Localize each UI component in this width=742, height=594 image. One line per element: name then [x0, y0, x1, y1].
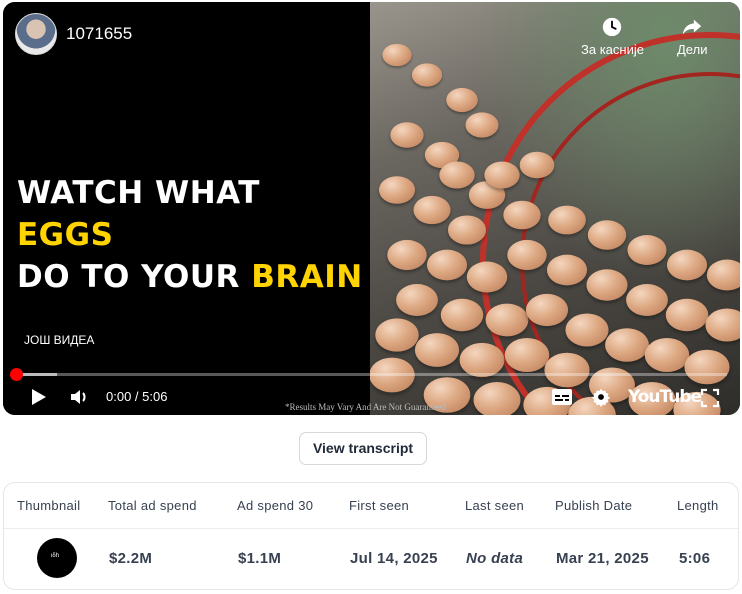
header-ad-spend-30: Ad spend 30 — [237, 498, 314, 513]
progress-buffer — [17, 373, 57, 376]
egg-image-element — [459, 342, 505, 378]
headline-line1-white: WATCH WHAT — [17, 175, 260, 211]
egg-image-element — [414, 333, 460, 367]
share-button[interactable]: Дели — [677, 16, 707, 57]
egg-image-element — [446, 87, 478, 113]
fullscreen-icon — [700, 388, 720, 408]
egg-image-element — [705, 308, 740, 342]
egg-image-element — [447, 215, 487, 245]
egg-image-element — [484, 161, 520, 189]
egg-image-element — [706, 259, 740, 291]
video-player[interactable]: WATCH WHAT EGGS DO TO YOUR BRAIN 1071655… — [3, 2, 740, 415]
ad-stats-table: Thumbnail Total ad spend Ad spend 30 Fir… — [3, 482, 739, 590]
egg-image-element — [665, 298, 709, 332]
egg-image-element — [627, 235, 667, 265]
egg-image-element — [548, 205, 586, 235]
view-transcript-button[interactable]: View transcript — [299, 432, 427, 465]
row-thumbnail[interactable]: ιδh — [37, 538, 77, 578]
header-total-ad-spend: Total ad spend — [108, 498, 197, 513]
egg-image-element — [626, 284, 668, 316]
header-last-seen: Last seen — [465, 498, 525, 513]
headline-line2-yellow: BRAIN — [251, 259, 363, 295]
egg-image-element — [378, 176, 416, 204]
captions-icon — [552, 389, 572, 405]
egg-image-element — [413, 195, 451, 225]
egg-image-element — [586, 269, 628, 301]
thumbnail-eggs-image — [370, 2, 740, 415]
egg-image-element — [666, 249, 708, 281]
egg-image-element — [440, 298, 484, 332]
settings-icon — [591, 388, 611, 407]
youtube-logo[interactable]: YouTube — [628, 387, 702, 407]
cell-publish-date: Mar 21, 2025 — [556, 550, 649, 567]
share-icon — [683, 19, 702, 35]
header-first-seen: First seen — [349, 498, 410, 513]
progress-bar[interactable] — [17, 373, 727, 376]
egg-image-element — [684, 349, 730, 385]
more-videos-label[interactable]: ЈОШ ВИДЕА — [24, 333, 94, 347]
watch-later-label: За касније — [581, 42, 644, 57]
egg-image-element — [387, 239, 427, 271]
settings-button[interactable] — [591, 387, 611, 412]
progress-knob[interactable] — [10, 368, 23, 381]
egg-image-element — [525, 293, 569, 327]
egg-image-element — [396, 284, 438, 316]
play-icon — [32, 389, 46, 405]
egg-image-element — [544, 352, 590, 388]
egg-image-element — [390, 122, 424, 148]
disclaimer-text: *Results May Vary And Are Not Guaranteed — [285, 402, 446, 412]
cell-ad-spend-30: $1.1M — [238, 550, 282, 567]
header-thumbnail: Thumbnail — [17, 498, 81, 513]
egg-image-element — [546, 254, 588, 286]
cell-length: 5:06 — [679, 550, 711, 567]
egg-image-element — [426, 249, 468, 281]
volume-button[interactable] — [69, 387, 91, 412]
egg-image-element — [503, 200, 541, 230]
cell-total-ad-spend: $2.2M — [109, 550, 153, 567]
row-thumbnail-text: ιδh — [51, 553, 60, 559]
egg-image-element — [504, 337, 550, 373]
egg-image-element — [411, 63, 443, 87]
fullscreen-button[interactable] — [700, 388, 720, 413]
table-header-row: Thumbnail Total ad spend Ad spend 30 Fir… — [4, 483, 738, 529]
egg-image-element — [519, 151, 555, 179]
cell-first-seen: Jul 14, 2025 — [350, 550, 438, 567]
egg-image-element — [439, 161, 475, 189]
time-display: 0:00 / 5:06 — [106, 389, 168, 404]
egg-image-element — [382, 43, 412, 67]
egg-image-element — [587, 220, 627, 250]
egg-image-element — [473, 382, 521, 415]
thumbnail-headline: WATCH WHAT EGGS DO TO YOUR BRAIN — [17, 172, 367, 298]
channel-name[interactable]: 1071655 — [66, 24, 132, 44]
egg-image-element — [565, 313, 609, 347]
play-button[interactable] — [29, 387, 49, 412]
header-publish-date: Publish Date — [555, 498, 633, 513]
share-label: Дели — [677, 42, 708, 57]
egg-image-element — [375, 318, 419, 352]
egg-image-element — [507, 239, 547, 271]
headline-line2-white: DO TO YOUR — [17, 259, 252, 295]
cell-last-seen: No data — [466, 550, 524, 567]
channel-avatar[interactable] — [15, 13, 57, 55]
egg-image-element — [605, 328, 649, 362]
egg-image-element — [465, 112, 499, 138]
clock-icon — [603, 17, 622, 37]
watch-later-button[interactable]: За касније — [581, 16, 644, 57]
egg-image-element — [466, 261, 508, 293]
captions-button[interactable] — [551, 388, 573, 411]
egg-image-element — [485, 303, 529, 337]
egg-image-element — [644, 337, 690, 373]
volume-icon — [71, 390, 86, 404]
headline-line1-yellow: EGGS — [17, 217, 114, 253]
header-length: Length — [677, 498, 719, 513]
